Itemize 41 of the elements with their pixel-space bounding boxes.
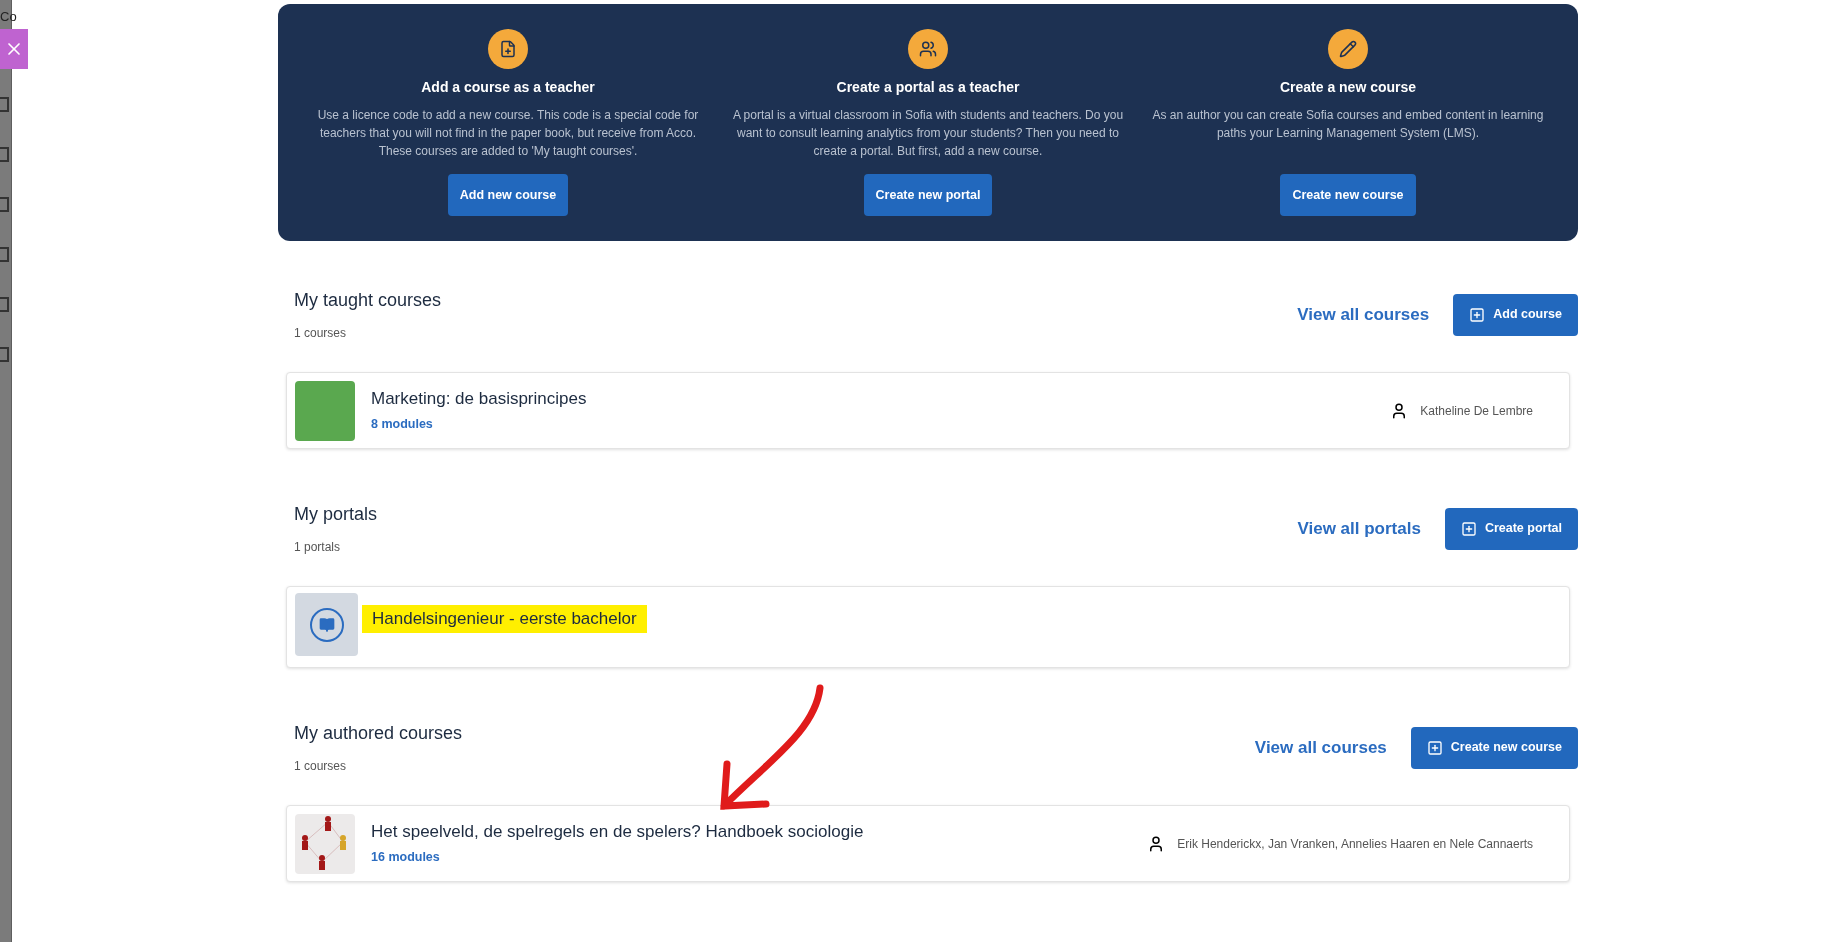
author-names: Erik Henderickx, Jan Vranken, Annelies Haaren en Nele Cannaerts — [1177, 835, 1533, 853]
file-plus-icon — [499, 40, 517, 58]
people-icon — [919, 40, 937, 58]
section-heading: My authored courses — [294, 722, 463, 745]
view-all-link[interactable]: View all portals — [1297, 515, 1421, 542]
card-title: Add a course as a teacher — [421, 78, 595, 97]
plus-square-icon — [1469, 306, 1486, 323]
card-title: Create a new course — [1279, 78, 1417, 97]
action-button[interactable]: Add course — [1453, 293, 1578, 336]
modules-link[interactable]: 8 modules — [371, 415, 587, 434]
modules-link[interactable]: 16 modules — [371, 848, 864, 867]
section-heading: My portals — [294, 503, 378, 526]
book-icon — [309, 607, 344, 642]
card-description: A portal is a virtual classroom in Sofia with students and teachers. Do you want to consult learning analytics from your students? Then you need to create a portal. But first, add a new course. — [731, 107, 1125, 160]
action-button[interactable]: Create portal — [1444, 507, 1578, 550]
course-title[interactable]: Marketing: de basisprincipes — [371, 387, 587, 412]
photo-placeholder — [295, 380, 355, 441]
item-count: 1 portals — [294, 539, 342, 556]
item-count: 1 courses — [294, 758, 348, 775]
course-card[interactable]: Handelsingenieur - eerste bachelor — [286, 586, 1570, 668]
view-all-link[interactable]: View all courses — [1297, 301, 1430, 328]
people-network-drawing — [295, 813, 355, 874]
plus-square-icon — [1460, 520, 1477, 537]
pencil-icon — [1339, 40, 1357, 58]
author-names: Katheline De Lembre — [1420, 402, 1533, 420]
card-description: Use a licence code to add a new course. This code is a special code for teachers that you will not find in the paper book, but receive from Acco. These courses are added to 'My taught courses'. — [316, 107, 700, 160]
plus-square-icon — [1426, 739, 1443, 756]
card-title: Create a portal as a teacher — [836, 78, 1020, 97]
banner-button[interactable]: Create new portal — [863, 174, 993, 216]
course-title[interactable]: Het speelveld, de spelregels en de spelers? Handboek sociologie — [371, 820, 864, 845]
close-button[interactable] — [0, 29, 28, 69]
card-description: As an author you can create Sofia courses and embed content in learning paths your Learning Management System (LMS). — [1151, 107, 1545, 142]
banner-button[interactable]: Add new course — [447, 174, 569, 216]
course-card[interactable]: Marketing: de basisprincipes 8 modules Katheline De Lembre — [286, 372, 1570, 449]
section-heading: My taught courses — [294, 289, 442, 312]
item-count: 1 courses — [294, 325, 348, 342]
action-button[interactable]: Create new course — [1410, 726, 1578, 769]
view-all-link[interactable]: View all courses — [1254, 734, 1387, 761]
course-card[interactable]: Het speelveld, de spelregels en de spelers? Handboek sociologie 16 modules Erik Henderickx, Jan Vranken, Annelies Haaren en Nele Cannaerts — [286, 805, 1570, 882]
banner-button[interactable]: Create new course — [1280, 174, 1416, 216]
course-title[interactable]: Handelsingenieur - eerste bachelor — [362, 605, 647, 633]
